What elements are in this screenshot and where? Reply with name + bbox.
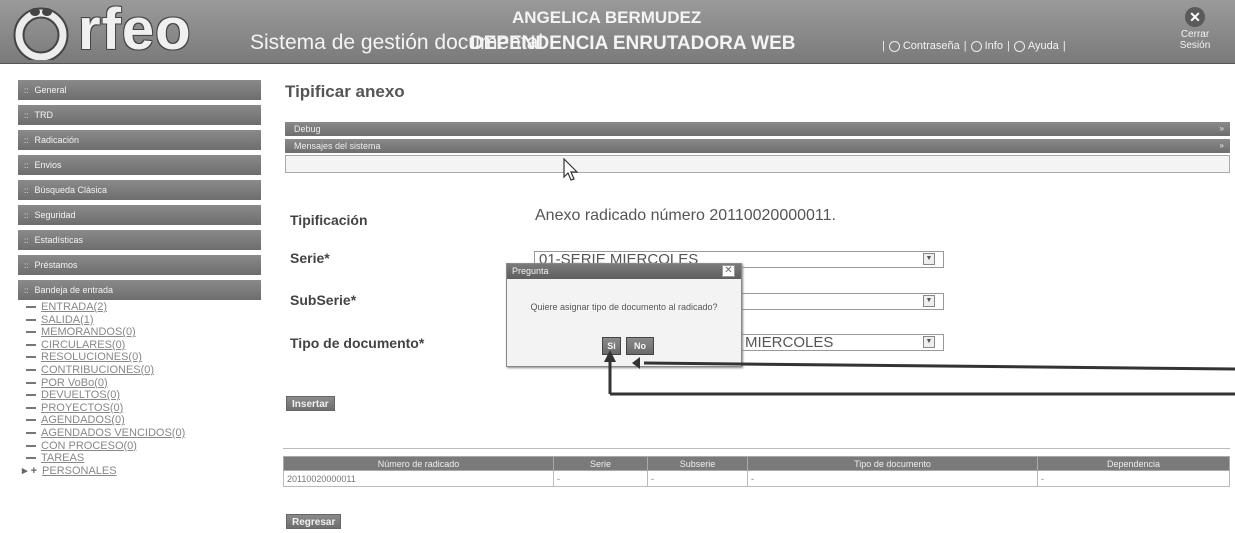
debug-panel-header[interactable]: Debug » xyxy=(285,122,1230,136)
mouse-cursor-icon xyxy=(563,158,579,181)
dropdown-arrow-icon: ▼ xyxy=(923,253,935,265)
sidebar-item-trd[interactable]: :: TRD xyxy=(18,105,261,125)
column-header: Subserie xyxy=(647,456,748,471)
table-header-row: Número de radicado Serie Subserie Tipo d… xyxy=(283,456,1230,471)
circle-icon xyxy=(1013,40,1025,52)
plus-icon: ▸ + xyxy=(22,464,38,477)
password-link[interactable]: Contraseña xyxy=(888,40,960,52)
table-cell: - xyxy=(1037,470,1230,487)
inbox-item-tareas[interactable]: TAREAS xyxy=(24,452,261,465)
dropdown-arrow-icon: ▼ xyxy=(923,295,935,307)
expand-icon: » xyxy=(1219,124,1224,133)
inbox-item-agendados-vencidos[interactable]: AGENDADOS VENCIDOS(0) xyxy=(24,427,261,440)
inbox-item-circulares[interactable]: CIRCULARES(0) xyxy=(24,339,261,352)
messages-box xyxy=(285,155,1230,173)
header: rfeo Sistema de gestión documental ANGEL… xyxy=(0,0,1235,64)
orfeo-logo: rfeo xyxy=(8,0,246,63)
inbox-item-resoluciones[interactable]: RESOLUCIONES(0) xyxy=(24,351,261,364)
tipo-documento-label: Tipo de documento* xyxy=(290,335,425,351)
sidebar-item-busqueda[interactable]: :: Búsqueda Clásica xyxy=(18,180,261,200)
table-cell: - xyxy=(747,470,1038,487)
dependency-name: DEPENDENCIA ENRUTADORA WEB xyxy=(470,33,796,54)
sidebar-item-general[interactable]: :: General xyxy=(18,80,261,100)
subserie-label: SubSerie* xyxy=(290,292,357,308)
sidebar-item-envios[interactable]: :: Envios xyxy=(18,155,261,175)
help-link[interactable]: Ayuda xyxy=(1013,40,1059,52)
inbox-item-contribuciones[interactable]: CONTRIBUCIONES(0) xyxy=(24,364,261,377)
inbox-item-agendados[interactable]: AGENDADOS(0) xyxy=(24,414,261,427)
sidebar: :: General :: TRD :: Radicación :: Envios ::… xyxy=(18,80,261,477)
inbox-item-memorandos[interactable]: MEMORANDOS(0) xyxy=(24,326,261,339)
circle-icon xyxy=(888,40,900,52)
info-link[interactable]: Info xyxy=(970,40,1003,52)
inbox-item-devueltos[interactable]: DEVUELTOS(0) xyxy=(24,389,261,402)
inbox-item-salida[interactable]: SALIDA(1) xyxy=(24,314,261,327)
close-icon[interactable]: ✕ xyxy=(722,265,735,277)
sidebar-item-bandeja[interactable]: :: Bandeja de entrada xyxy=(18,280,261,300)
table-cell: 20110020000011 xyxy=(283,470,554,487)
column-header: Número de radicado xyxy=(283,456,554,471)
confirm-dialog: Pregunta ✕ Quiere asignar tipo de docume… xyxy=(506,263,742,367)
top-links: | Contraseña | Info | Ayuda | xyxy=(882,40,1066,52)
expand-icon: » xyxy=(1219,141,1224,150)
dropdown-arrow-icon: ▼ xyxy=(923,336,935,348)
table-cell: - xyxy=(647,470,748,487)
tipificacion-value: Anexo radicado número 20110020000011. xyxy=(535,207,836,224)
back-button[interactable]: Regresar xyxy=(286,514,342,529)
yes-button[interactable]: Si xyxy=(602,337,621,355)
logo-text: rfeo xyxy=(78,0,192,62)
sidebar-item-estadisticas[interactable]: :: Estadísticas xyxy=(18,230,261,250)
column-header: Serie xyxy=(553,456,648,471)
inbox-item-personales[interactable]: ▸ + PERSONALES xyxy=(22,464,261,478)
tipificacion-label: Tipificación xyxy=(290,212,368,228)
inbox-item-vobo[interactable]: POR VoBo(0) xyxy=(24,377,261,390)
column-header: Dependencia xyxy=(1037,456,1230,471)
page-title: Tipificar anexo xyxy=(285,82,405,101)
table-row: 20110020000011 - - - - xyxy=(283,470,1230,487)
logout-button[interactable]: ✕ Cerrar Sesión xyxy=(1163,3,1227,59)
circle-icon xyxy=(970,40,982,52)
serie-label: Serie* xyxy=(290,250,330,266)
sidebar-item-radicacion[interactable]: :: Radicación xyxy=(18,130,261,150)
user-name: ANGELICA BERMUDEZ xyxy=(512,8,702,27)
messages-panel-header[interactable]: Mensajes del sistema » xyxy=(285,139,1230,153)
sidebar-item-prestamos[interactable]: :: Préstamos xyxy=(18,255,261,275)
inbox-item-entrada[interactable]: ENTRADA(2) xyxy=(24,301,261,314)
close-icon: ✕ xyxy=(1185,7,1205,27)
results-table: Número de radicado Serie Subserie Tipo d… xyxy=(283,456,1230,487)
dialog-message: Quiere asignar tipo de documento al radi… xyxy=(530,302,718,312)
dialog-title-bar: Pregunta ✕ xyxy=(507,264,741,279)
inbox-item-con-proceso[interactable]: CON PROCESO(0) xyxy=(24,440,261,453)
inbox-item-proyectos[interactable]: PROYECTOS(0) xyxy=(24,402,261,415)
sidebar-item-seguridad[interactable]: :: Seguridad xyxy=(18,205,261,225)
insert-button[interactable]: Insertar xyxy=(286,396,335,411)
divider xyxy=(283,448,1230,449)
table-cell: - xyxy=(553,470,648,487)
no-button[interactable]: No xyxy=(626,337,654,355)
inbox-submenu: ENTRADA(2) SALIDA(1) MEMORANDOS(0) CIRCU… xyxy=(18,301,261,477)
column-header: Tipo de documento xyxy=(747,456,1038,471)
